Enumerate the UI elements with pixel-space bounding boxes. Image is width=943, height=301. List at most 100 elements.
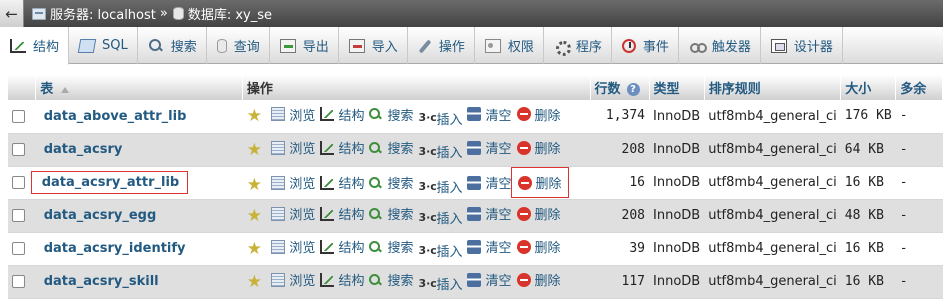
back-arrow-icon[interactable]: ← (0, 0, 24, 27)
structure-label: 结构 (338, 108, 365, 124)
browse-icon (271, 140, 286, 155)
insert-link[interactable]: 3·c 插入 (418, 109, 462, 128)
table-name-link[interactable]: data_acsry_skill (40, 270, 163, 293)
table-name-link[interactable]: data_acsry_attr_lib (30, 171, 189, 194)
table-name-link[interactable]: data_above_attr_lib (40, 105, 191, 128)
table-size[interactable]: 16 KB (840, 232, 896, 266)
actions-cell: ★ 浏览 结构 搜索 3·c 插入 清空 删除 (242, 199, 590, 233)
tab-sql[interactable]: SQL (69, 27, 138, 64)
structure-link[interactable]: 结构 (320, 105, 364, 124)
search-link[interactable]: 搜索 (369, 270, 413, 289)
tab-bar: 结构 SQL 搜索 查询 导出 导入 操作 权限 程序 事件 触发器 设计器 (0, 27, 943, 65)
insert-icon: 3·c (418, 144, 437, 158)
empty-label: 清空 (485, 177, 512, 192)
drop-link[interactable]: 删除 (516, 270, 561, 289)
tab-query[interactable]: 查询 (207, 27, 270, 64)
help-icon[interactable]: ? (626, 83, 640, 96)
search-label: 搜索 (387, 177, 414, 192)
tab-events[interactable]: 事件 (612, 27, 679, 64)
insert-link[interactable]: 3·c 插入 (418, 274, 462, 294)
table-size[interactable]: 64 KB (840, 133, 896, 167)
structure-link[interactable]: 结构 (320, 173, 364, 192)
breadcrumb-server[interactable]: 服务器: localhost (50, 4, 156, 23)
structure-link[interactable]: 结构 (320, 204, 364, 223)
row-checkbox[interactable] (12, 275, 25, 288)
drop-link[interactable]: 删除 (510, 167, 569, 198)
favorite-button[interactable]: ★ (246, 176, 266, 193)
browse-link[interactable]: 浏览 (271, 138, 315, 157)
table-size[interactable]: 48 KB (840, 199, 896, 233)
structure-link[interactable]: 结构 (320, 138, 364, 157)
insert-link[interactable]: 3·c 插入 (418, 177, 462, 197)
search-link[interactable]: 搜索 (369, 204, 413, 223)
tab-operations[interactable]: 操作 (408, 27, 475, 64)
drop-link[interactable]: 删除 (516, 237, 561, 256)
drop-icon (516, 140, 531, 155)
search-icon (369, 176, 383, 190)
header-rows[interactable]: 行数? (590, 75, 650, 100)
empty-link[interactable]: 清空 (467, 105, 512, 124)
tab-structure[interactable]: 结构 (0, 27, 70, 65)
row-count: 1,374 (590, 100, 650, 134)
table-name-cell: data_acsry_identify (35, 232, 243, 266)
header-type[interactable]: 类型 (649, 75, 705, 100)
breadcrumb-database[interactable]: 数据库: xy_se (188, 4, 272, 23)
browse-icon (271, 175, 286, 190)
table-name-link[interactable]: data_acsry (40, 138, 127, 161)
insert-link[interactable]: 3·c 插入 (418, 241, 462, 261)
actions-cell: ★ 浏览 结构 搜索 3·c 插入 清空 删除 (242, 133, 590, 167)
browse-link[interactable]: 浏览 (271, 204, 315, 223)
tab-routines[interactable]: 程序 (544, 27, 612, 64)
empty-link[interactable]: 清空 (467, 138, 512, 157)
browse-link[interactable]: 浏览 (271, 270, 315, 289)
search-link[interactable]: 搜索 (369, 105, 413, 124)
search-link[interactable]: 搜索 (369, 138, 413, 157)
header-table[interactable]: 表 (35, 75, 243, 100)
browse-link[interactable]: 浏览 (271, 105, 315, 124)
search-link[interactable]: 搜索 (369, 173, 413, 192)
row-checkbox[interactable] (12, 109, 25, 123)
table-size[interactable]: 16 KB (840, 166, 896, 200)
drop-link[interactable]: 删除 (516, 138, 561, 157)
structure-link[interactable]: 结构 (320, 270, 364, 289)
tab-export[interactable]: 导出 (270, 27, 339, 64)
favorite-button[interactable]: ★ (246, 108, 266, 125)
favorite-button[interactable]: ★ (246, 240, 266, 257)
insert-link[interactable]: 3·c 插入 (418, 142, 462, 162)
browse-link[interactable]: 浏览 (271, 237, 315, 256)
row-checkbox[interactable] (12, 143, 25, 156)
tab-search[interactable]: 搜索 (138, 27, 207, 64)
drop-icon (516, 272, 531, 287)
favorite-button[interactable]: ★ (246, 141, 266, 158)
favorite-button[interactable]: ★ (246, 273, 266, 290)
empty-link[interactable]: 清空 (467, 237, 512, 256)
row-checkbox[interactable] (12, 242, 25, 255)
header-overhead[interactable]: 多余 (895, 75, 943, 100)
insert-icon: 3·c (418, 243, 437, 257)
row-checkbox[interactable] (12, 176, 25, 189)
tab-privileges[interactable]: 权限 (475, 27, 544, 64)
empty-link[interactable]: 清空 (467, 173, 512, 192)
tab-import[interactable]: 导入 (339, 27, 408, 64)
header-collation[interactable]: 排序规则 (704, 75, 842, 100)
table-size[interactable]: 176 KB (840, 100, 896, 134)
drop-link[interactable]: 删除 (516, 204, 561, 223)
empty-link[interactable]: 清空 (467, 204, 512, 223)
empty-label: 清空 (485, 274, 512, 289)
tab-designer[interactable]: 设计器 (761, 27, 843, 64)
insert-link[interactable]: 3·c 插入 (418, 208, 462, 228)
table-name-link[interactable]: data_acsry_identify (40, 237, 190, 260)
empty-link[interactable]: 清空 (467, 270, 512, 289)
table-name-link[interactable]: data_acsry_egg (40, 204, 161, 227)
header-size[interactable]: 大小 (840, 75, 897, 100)
favorite-button[interactable]: ★ (246, 207, 266, 224)
drop-link[interactable]: 删除 (516, 105, 561, 124)
browse-link[interactable]: 浏览 (271, 173, 315, 192)
drop-icon (517, 175, 532, 190)
search-link[interactable]: 搜索 (369, 237, 413, 256)
drop-label: 删除 (534, 208, 561, 223)
tab-triggers[interactable]: 触发器 (679, 27, 761, 64)
table-size[interactable]: 16 KB (840, 265, 896, 299)
row-checkbox[interactable] (12, 209, 25, 222)
structure-link[interactable]: 结构 (320, 237, 364, 256)
